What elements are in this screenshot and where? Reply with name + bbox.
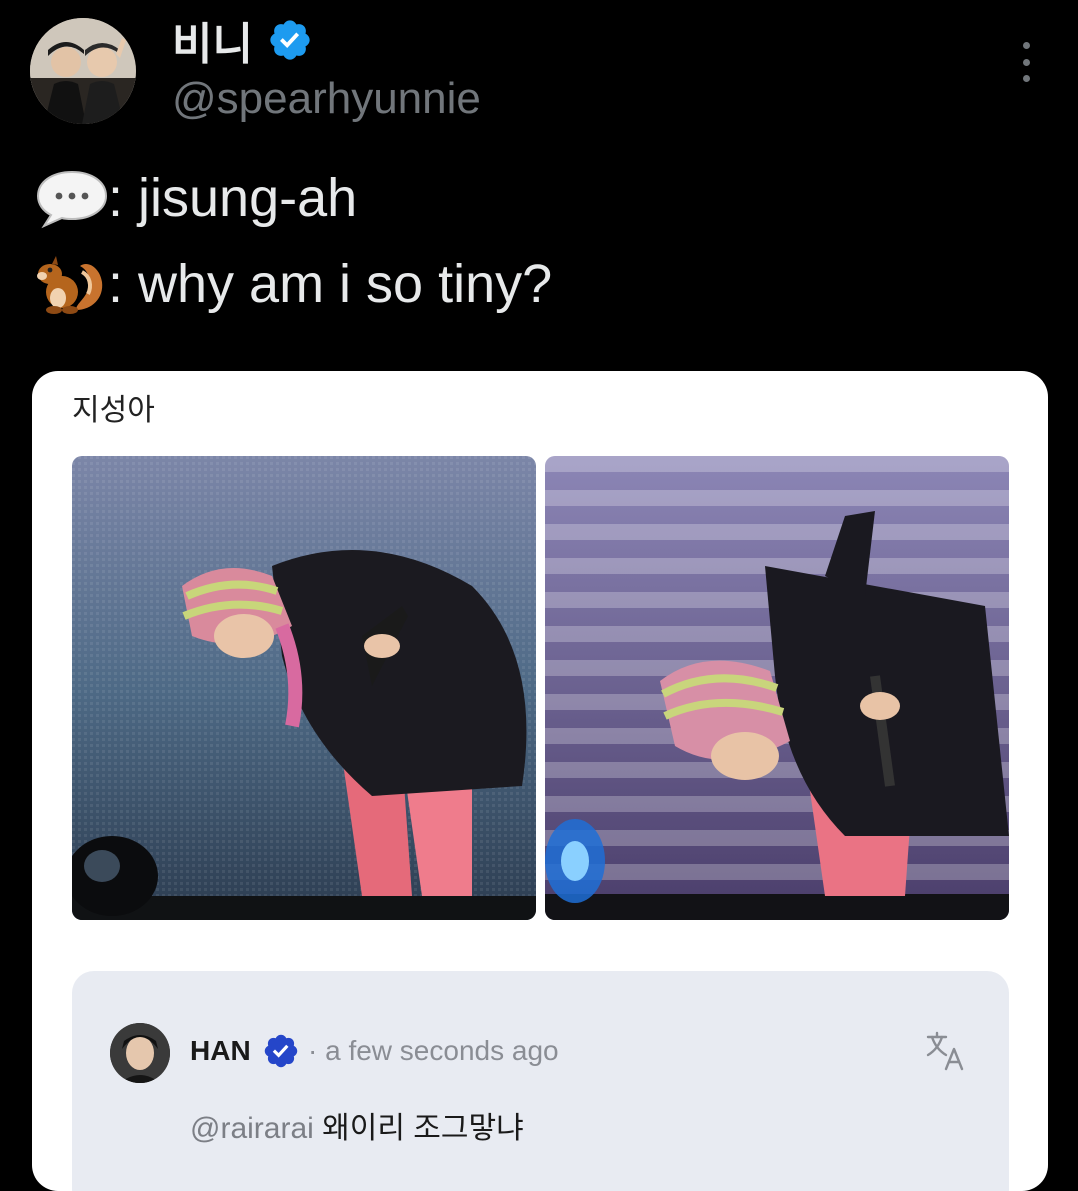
- display-name[interactable]: 비니: [172, 8, 253, 72]
- more-dot-icon: [1022, 42, 1030, 49]
- attached-image-card[interactable]: 지성아 HAN · a few seconds ago @rairarai 왜이…: [32, 371, 1048, 1191]
- comment-mention[interactable]: @rairarai: [190, 1112, 314, 1145]
- verified-badge-icon: [264, 1034, 298, 1068]
- profile-avatar[interactable]: [30, 18, 136, 124]
- speech-balloon-emoji: [36, 170, 108, 229]
- more-dot-icon: [1022, 75, 1030, 82]
- tweet-text-line-2: : why am i so tiny?: [32, 252, 552, 316]
- verified-badge-icon: [270, 20, 310, 60]
- chipmunk-emoji: [37, 256, 103, 314]
- comment-timestamp: · a few seconds ago: [308, 1035, 559, 1066]
- comment-body: 왜이리 조그맣냐: [313, 1112, 524, 1145]
- tweet-line-2-text: : why am i so tiny?: [108, 254, 553, 314]
- comment-box[interactable]: HAN · a few seconds ago @rairarai 왜이리 조그…: [72, 971, 1009, 1191]
- translate-icon[interactable]: [924, 1029, 968, 1073]
- comment-author[interactable]: HAN: [190, 1035, 251, 1067]
- author-handle[interactable]: @spearhyunnie: [172, 74, 481, 124]
- stage-photo-left[interactable]: [72, 456, 536, 920]
- display-name-row[interactable]: 비니: [172, 8, 313, 72]
- tweet-line-1-text: : jisung-ah: [108, 168, 358, 228]
- card-title: 지성아: [72, 394, 155, 427]
- more-dot-icon: [1022, 58, 1030, 66]
- comment-avatar[interactable]: [110, 1023, 170, 1083]
- stage-photo-right[interactable]: [545, 456, 1009, 920]
- more-options-button[interactable]: [1006, 40, 1046, 84]
- tweet-text-line-1: : jisung-ah: [32, 166, 357, 230]
- comment-text: @rairarai 왜이리 조그맣냐: [190, 1103, 524, 1147]
